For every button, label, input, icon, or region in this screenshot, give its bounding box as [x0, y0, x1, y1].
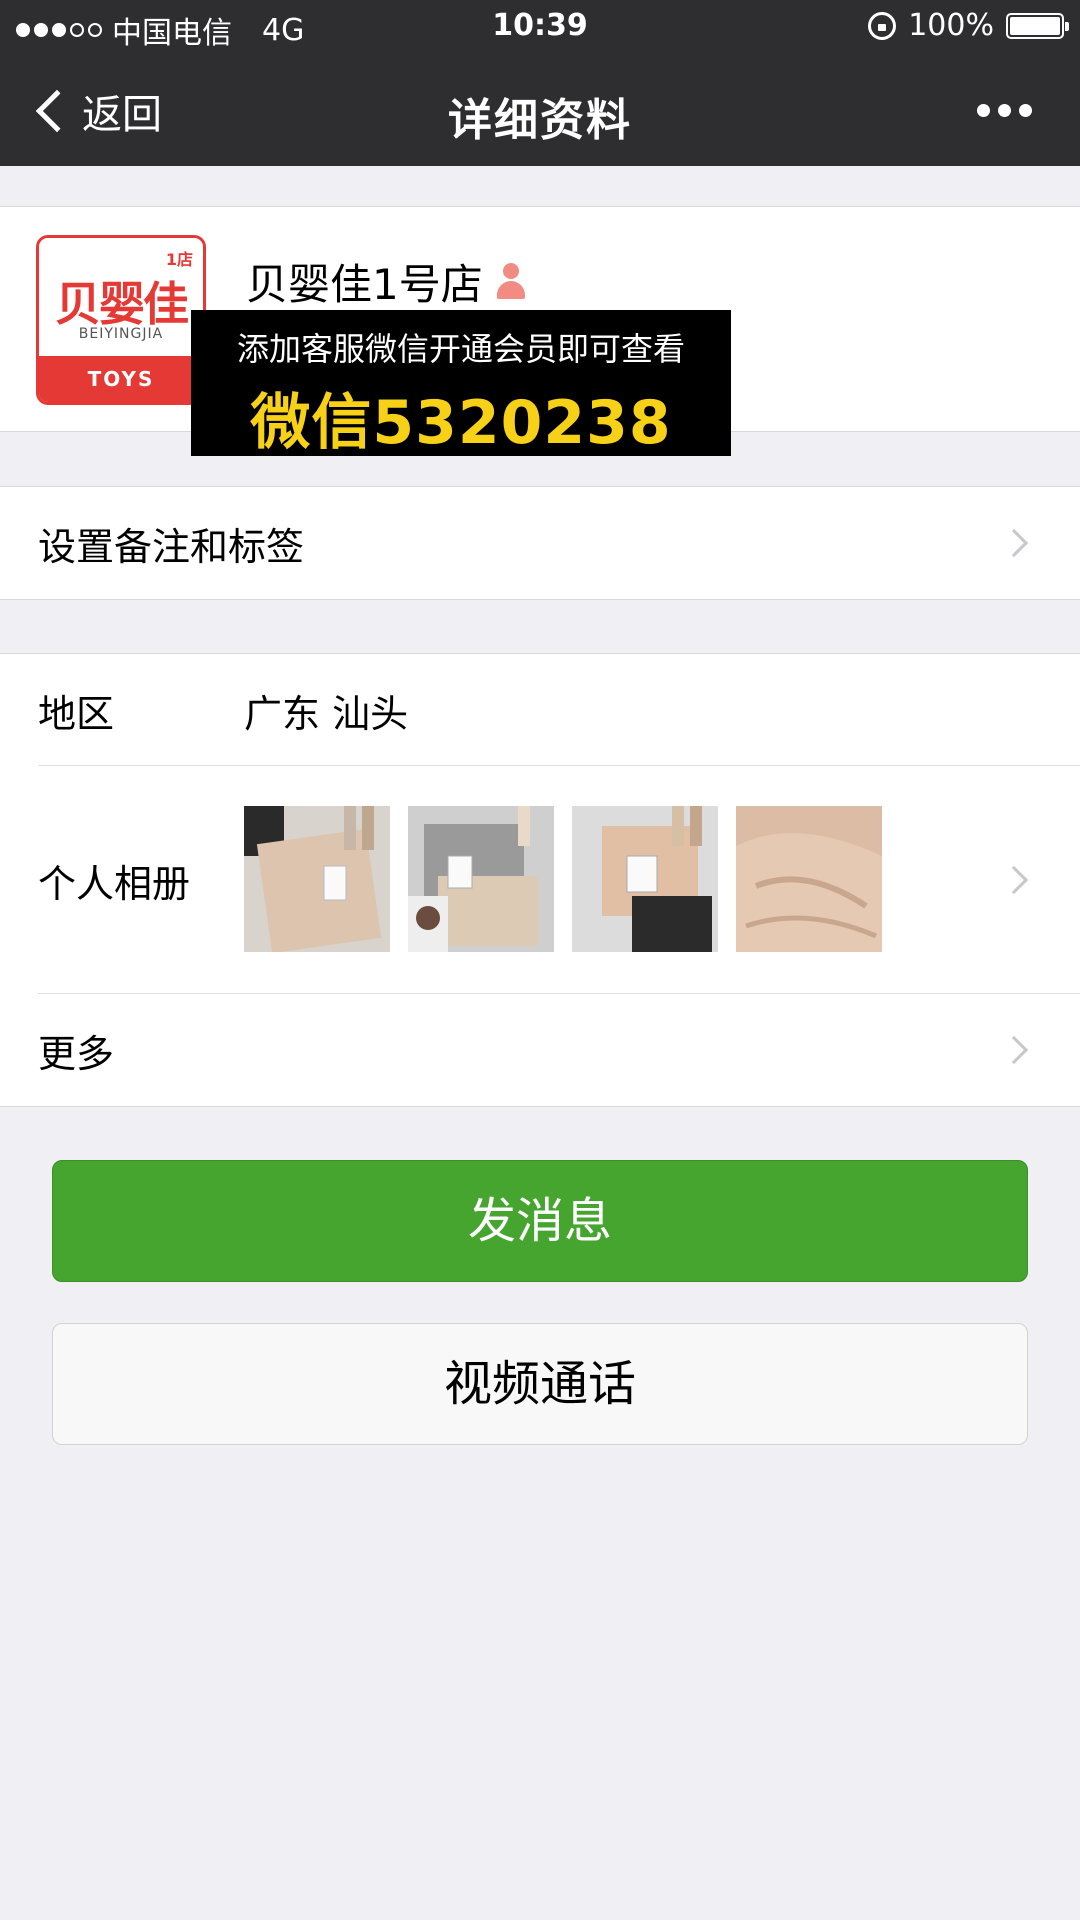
battery-icon: [1006, 12, 1069, 39]
more-label: 更多: [38, 1031, 115, 1076]
remark-group: 设置备注和标签: [0, 486, 1080, 600]
more-row[interactable]: 更多: [0, 994, 1080, 1106]
avatar-subtitle: BEIYINGJIA: [78, 326, 164, 342]
page-title: 详细资料: [448, 95, 632, 146]
region-label: 地区: [38, 691, 115, 736]
video-call-button[interactable]: 视频通话: [52, 1323, 1028, 1445]
status-right: 100%: [868, 8, 1069, 43]
album-row[interactable]: 个人相册: [0, 766, 1080, 994]
status-bar: 中国电信 4G 10:39 100%: [0, 0, 1080, 54]
more-dot-icon: [998, 104, 1011, 117]
avatar-badge: 1店: [165, 250, 193, 269]
album-photo: [244, 806, 390, 952]
album-label: 个人相册: [38, 861, 191, 906]
album-photo: [736, 806, 882, 952]
album-photo: [408, 806, 554, 952]
send-message-button[interactable]: 发消息: [52, 1160, 1028, 1282]
profile-name-row: 贝婴佳1号店: [246, 251, 527, 312]
info-group: 地区 广东 汕头 个人相册 更多: [0, 653, 1080, 1107]
remark-tags-row[interactable]: 设置备注和标签: [0, 487, 1080, 599]
avatar-logo: 贝婴佳: [55, 277, 189, 331]
battery-fill: [1010, 16, 1060, 35]
region-row: 地区 广东 汕头: [0, 654, 1080, 766]
album-photo: [572, 806, 718, 952]
promo-overlay: 添加客服微信开通会员即可查看 微信5320238: [191, 310, 731, 458]
avatar-bottom-label: TOYS: [39, 356, 203, 402]
chevron-right-icon: [999, 528, 1029, 558]
more-dot-icon: [1019, 104, 1032, 117]
more-dot-icon: [977, 104, 990, 117]
album-thumbnails: [244, 806, 882, 952]
overlay-wechat-id: 微信5320238: [250, 388, 672, 458]
battery-percent: 100%: [908, 8, 994, 43]
rotation-lock-icon: [868, 11, 897, 40]
overlay-text: 添加客服微信开通会员即可查看: [236, 330, 685, 368]
nav-bar: 返回 详细资料: [0, 54, 1080, 166]
more-options-button[interactable]: [977, 104, 1032, 117]
chevron-right-icon: [999, 1035, 1029, 1065]
region-value: 广东 汕头: [244, 691, 409, 736]
avatar[interactable]: 1店 贝婴佳 BEIYINGJIA TOYS: [36, 235, 206, 405]
chevron-right-icon: [999, 865, 1029, 895]
profile-name: 贝婴佳1号店: [246, 260, 483, 309]
remark-tags-label: 设置备注和标签: [38, 524, 305, 569]
female-icon: [495, 262, 527, 301]
